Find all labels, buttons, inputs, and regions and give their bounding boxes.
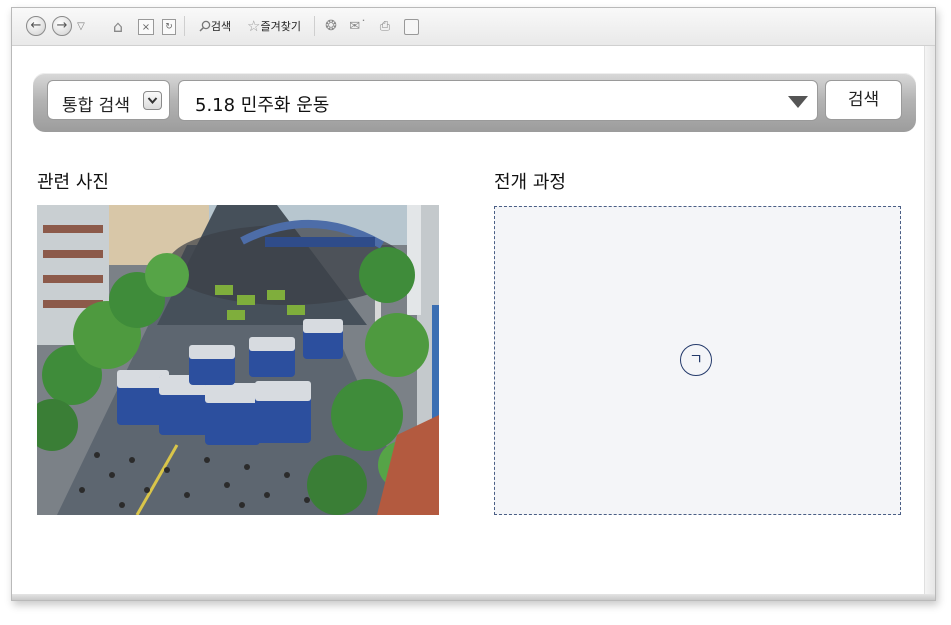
search-toolbar-label: 검색	[210, 20, 232, 33]
refresh-icon[interactable]: ↻	[162, 19, 176, 35]
favorites-toolbar-label: 즐겨찾기	[260, 20, 301, 33]
favorites-toolbar-button[interactable]: ☆ 즐겨찾기	[242, 16, 306, 36]
toolbar-separator	[314, 16, 315, 36]
process-heading: 전개 과정	[494, 172, 566, 193]
chevron-down-icon[interactable]	[143, 91, 162, 110]
search-icon	[199, 20, 211, 32]
browser-toolbar: ← → ▽ ⌂ × ↻ 검색 ☆ 즐겨찾기 ❂ ✉˙ ⎙	[12, 8, 935, 46]
photos-heading: 관련 사진	[37, 172, 109, 193]
toolbar-separator	[184, 16, 185, 36]
search-input[interactable]: 5.18 민주화 운동	[178, 80, 818, 121]
forward-icon[interactable]: →	[52, 16, 72, 36]
search-query-text: 5.18 민주화 운동	[195, 95, 330, 116]
print-icon[interactable]: ⎙	[376, 16, 394, 36]
mail-icon[interactable]: ✉˙	[346, 16, 370, 36]
search-button[interactable]: 검색	[825, 80, 902, 120]
dropdown-arrow-icon[interactable]	[788, 96, 808, 108]
search-toolbar-button[interactable]: 검색	[192, 16, 238, 36]
related-photo	[37, 205, 439, 515]
search-scope-label: 통합 검색	[62, 96, 130, 116]
history-dropdown-icon[interactable]: ▽	[75, 16, 87, 36]
search-scope-select[interactable]: 통합 검색	[47, 80, 170, 120]
back-icon[interactable]: ←	[26, 16, 46, 36]
media-icon[interactable]: ❂	[322, 16, 340, 36]
protest-illustration	[37, 205, 439, 515]
star-icon: ☆	[247, 17, 261, 35]
edit-icon[interactable]	[404, 19, 419, 35]
vertical-scrollbar[interactable]	[924, 46, 935, 594]
stop-icon[interactable]: ×	[138, 19, 154, 35]
status-bar	[12, 594, 935, 600]
process-marker: ㄱ	[680, 344, 712, 376]
home-icon[interactable]: ⌂	[108, 16, 128, 36]
process-panel: ㄱ	[494, 206, 901, 515]
